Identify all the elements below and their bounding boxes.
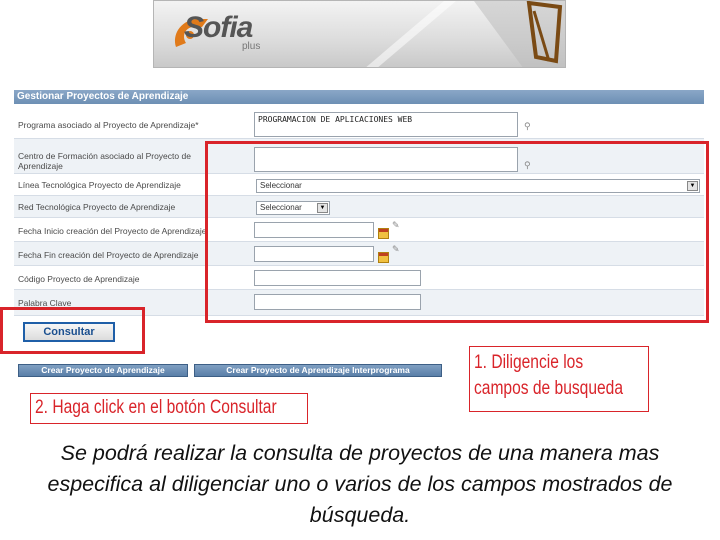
annotation-text: 2. Haga click en el botón Consultar (35, 397, 277, 418)
annotation-text: 1. Diligencie los (474, 352, 584, 373)
annotation-text: campos de busqueda (474, 378, 623, 399)
slide-caption: Se podrá realizar la consulta de proyect… (47, 441, 673, 527)
field-label: Red Tecnológica Proyecto de Aprendizaje (18, 202, 176, 212)
field-row-programa: Programa asociado al Proyecto de Aprendi… (14, 106, 704, 139)
consultar-highlight-box (0, 307, 145, 354)
field-label: Fecha Fin creación del Proyecto de Apren… (18, 250, 199, 260)
field-label-continued: Aprendizaje (18, 161, 63, 171)
annotation-step-2: 2. Haga click en el botón Consultar (30, 393, 308, 424)
crear-proyecto-button[interactable]: Crear Proyecto de Aprendizaje (18, 364, 188, 377)
programa-textarea[interactable]: PROGRAMACION DE APLICACIONES WEB (254, 112, 518, 137)
field-label: Código Proyecto de Aprendizaje (18, 274, 140, 284)
panel-title: Gestionar Proyectos de Aprendizaje (14, 90, 704, 104)
annotation-step-1: 1. Diligencie los campos de busqueda (469, 346, 649, 412)
fields-highlight-box (205, 141, 709, 323)
search-lookup-icon[interactable]: ⚲ (524, 122, 531, 132)
logo-subtext: plus (242, 41, 261, 52)
header-banner: Sofia plus (153, 0, 566, 68)
field-label: Fecha Inicio creación del Proyecto de Ap… (18, 226, 207, 236)
field-label: Centro de Formación asociado al Proyecto… (18, 151, 191, 161)
banner-decoration-icon (366, 1, 565, 67)
field-label: Programa asociado al Proyecto de Aprendi… (18, 120, 199, 130)
field-label: Línea Tecnológica Proyecto de Aprendizaj… (18, 180, 181, 190)
crear-proyecto-interprograma-button[interactable]: Crear Proyecto de Aprendizaje Interprogr… (194, 364, 442, 377)
logo-text: Sofia (184, 11, 253, 44)
